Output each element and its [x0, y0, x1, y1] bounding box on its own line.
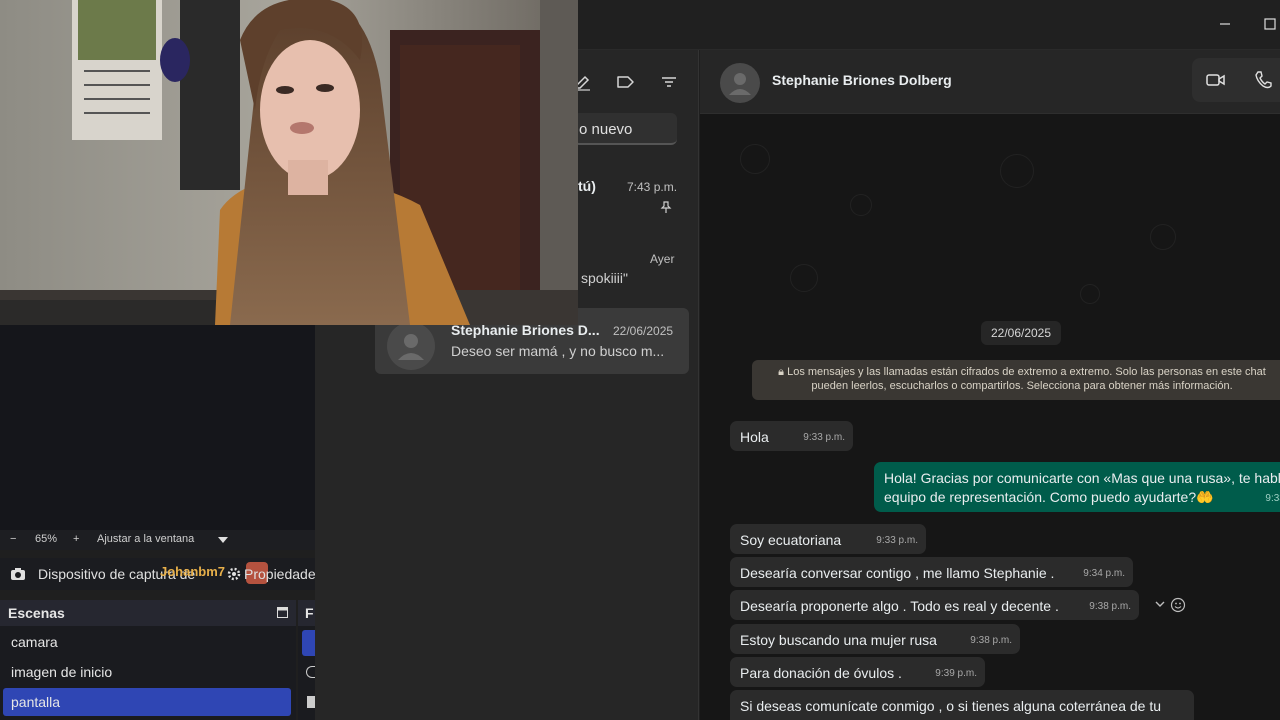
gear-icon[interactable]: [226, 566, 242, 582]
undock-icon[interactable]: [277, 607, 288, 618]
source-item-icon: [307, 696, 315, 708]
message-bubble[interactable]: Hola 9:33 p.m.: [730, 421, 853, 451]
message-time: 9:38 p.m.: [970, 635, 1012, 646]
zoom-level: 65%: [35, 533, 58, 545]
conversation-header: Stephanie Briones Dolberg: [700, 50, 1280, 114]
chat-time: 7:43 p.m.: [627, 180, 678, 194]
message-bubble[interactable]: Para donación de óvulos . 9:39 p.m.: [730, 657, 985, 687]
message-time: 9:33 p.: [1265, 493, 1280, 504]
wallpaper-doodle: [1080, 284, 1100, 304]
camera-icon: [10, 567, 26, 581]
message-text: Para donación de óvulos .: [740, 665, 902, 681]
scene-item[interactable]: camara: [3, 628, 291, 656]
maximize-icon[interactable]: [1262, 14, 1280, 34]
emoji-reaction-icon[interactable]: [1170, 597, 1186, 613]
source-item-active[interactable]: [302, 630, 315, 656]
message-text: equipo de representación. Como puedo ayu…: [884, 489, 1214, 505]
zoom-in-button[interactable]: +: [73, 533, 79, 545]
contact-name[interactable]: Stephanie Briones Dolberg: [772, 72, 952, 88]
message-text: Desearía conversar contigo , me llamo St…: [740, 565, 1055, 581]
pin-icon: [659, 200, 673, 214]
message-time: 9:39 p.m.: [935, 668, 977, 679]
fit-window-dropdown[interactable]: Ajustar a la ventana: [97, 533, 194, 545]
message-text: Desearía proponerte algo . Todo es real …: [740, 598, 1059, 614]
window-titlebar: [578, 0, 1280, 50]
conversation-body: 22/06/2025 🔒︎ Los mensajes y las llamada…: [700, 114, 1280, 720]
webcam-feed-image: [0, 0, 578, 325]
call-buttons: [1192, 58, 1280, 102]
search-input[interactable]: o nuevo: [573, 113, 677, 145]
chat-time: Ayer: [650, 252, 675, 266]
sources-panel-title: F: [298, 600, 315, 626]
phone-call-icon[interactable]: [1254, 70, 1272, 90]
message-text: Hola! Gracias por comunicarte con «Mas q…: [884, 470, 1280, 486]
obs-source-toolbar: Dispositivo de captura de Johanbm7 Propi…: [0, 558, 315, 590]
wallpaper-doodle: [740, 144, 770, 174]
avatar[interactable]: [720, 63, 760, 103]
avatar: [387, 322, 435, 370]
lock-icon: 🔒︎: [778, 366, 788, 378]
label-icon[interactable]: [615, 72, 635, 92]
zoom-out-button[interactable]: −: [10, 533, 16, 545]
wallpaper-doodle: [850, 194, 872, 216]
message-text: Si deseas comunícate conmigo , o si tien…: [740, 698, 1162, 714]
stream-username-overlay: Johanbm7: [160, 564, 226, 579]
properties-button[interactable]: Propiedades: [244, 566, 315, 582]
obs-preview-area: [0, 325, 315, 530]
video-call-icon[interactable]: [1206, 71, 1226, 89]
wallpaper-doodle: [1000, 154, 1034, 188]
scenes-title-text: Escenas: [8, 605, 65, 621]
message-time: 9:33 p.m.: [803, 432, 845, 443]
message-bubble[interactable]: Soy ecuatoriana 9:33 p.m.: [730, 524, 926, 554]
message-text: Estoy buscando una mujer rusa: [740, 632, 937, 648]
obs-sources-panel: F: [298, 600, 315, 720]
date-chip: 22/06/2025: [981, 321, 1061, 345]
obs-scenes-panel: Escenas camara imagen de inicio pantalla: [0, 600, 296, 720]
encryption-notice-text: Los mensajes y las llamadas están cifrad…: [787, 366, 1266, 392]
wallpaper-doodle: [1150, 224, 1176, 250]
chat-name: tú): [578, 178, 596, 194]
webcam-overlay: [0, 0, 578, 325]
scene-item-active[interactable]: pantalla: [3, 688, 291, 716]
chat-preview: spokiiii": [581, 270, 628, 286]
scene-item[interactable]: imagen de inicio: [3, 658, 291, 686]
chevron-down-icon[interactable]: [217, 535, 229, 545]
obs-zoom-bar: − 65% + Ajustar a la ventana: [0, 530, 315, 550]
message-text: Soy ecuatoriana: [740, 532, 842, 548]
minimize-icon[interactable]: [1214, 14, 1238, 34]
chat-preview: Deseo ser mamá , y no busco m...: [451, 343, 665, 359]
message-bubble[interactable]: Desearía conversar contigo , me llamo St…: [730, 557, 1133, 587]
source-item-icon: [306, 666, 315, 678]
message-time: 9:34 p.m.: [1083, 568, 1125, 579]
filter-icon[interactable]: [659, 72, 679, 92]
encryption-notice[interactable]: 🔒︎ Los mensajes y las llamadas están cif…: [752, 360, 1280, 400]
chevron-down-icon[interactable]: [1154, 598, 1166, 610]
chat-time: 22/06/2025: [613, 324, 674, 338]
message-bubble[interactable]: Si deseas comunícate conmigo , o si tien…: [730, 690, 1194, 720]
message-time: 9:38 p.m.: [1089, 601, 1131, 612]
message-bubble[interactable]: Desearía proponerte algo . Todo es real …: [730, 590, 1139, 620]
message-text: Hola: [740, 429, 769, 445]
message-time: 9:33 p.m.: [876, 535, 918, 546]
scenes-panel-title: Escenas: [0, 600, 296, 626]
wallpaper-doodle: [790, 264, 818, 292]
message-bubble[interactable]: Estoy buscando una mujer rusa 9:38 p.m.: [730, 624, 1020, 654]
message-bubble-outgoing[interactable]: Hola! Gracias por comunicarte con «Mas q…: [874, 462, 1280, 512]
